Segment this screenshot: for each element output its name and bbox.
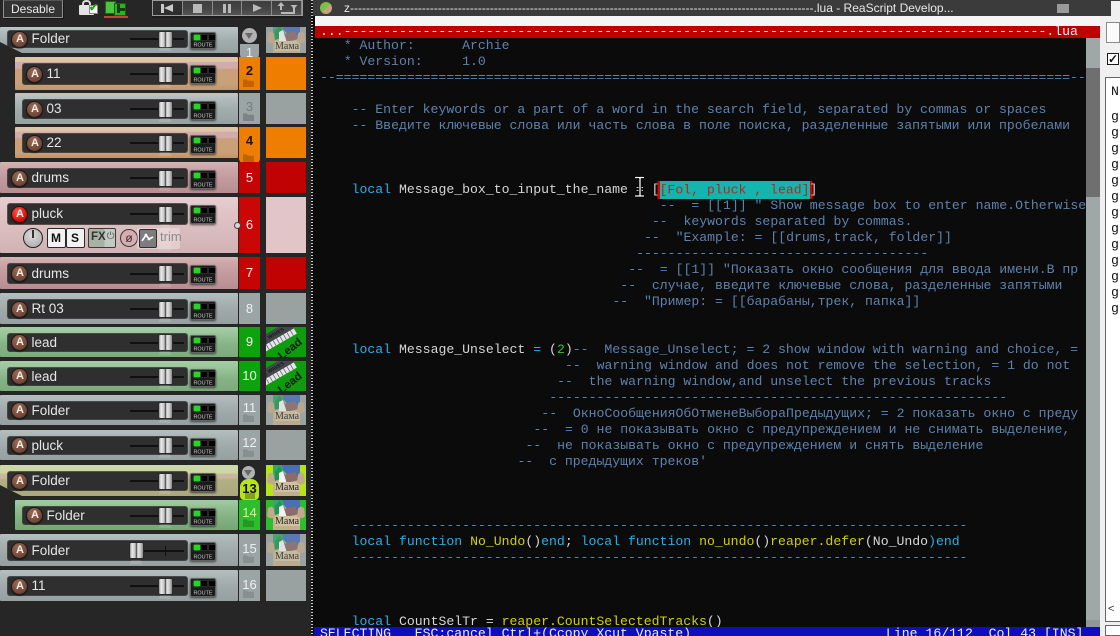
svg-text:Мама: Мама <box>275 516 300 527</box>
svg-text:Мама: Мама <box>275 411 300 422</box>
svg-text:Мама: Мама <box>275 551 300 562</box>
svg-text:Мама: Мама <box>275 482 300 493</box>
svg-text:Мама: Мама <box>275 41 300 52</box>
